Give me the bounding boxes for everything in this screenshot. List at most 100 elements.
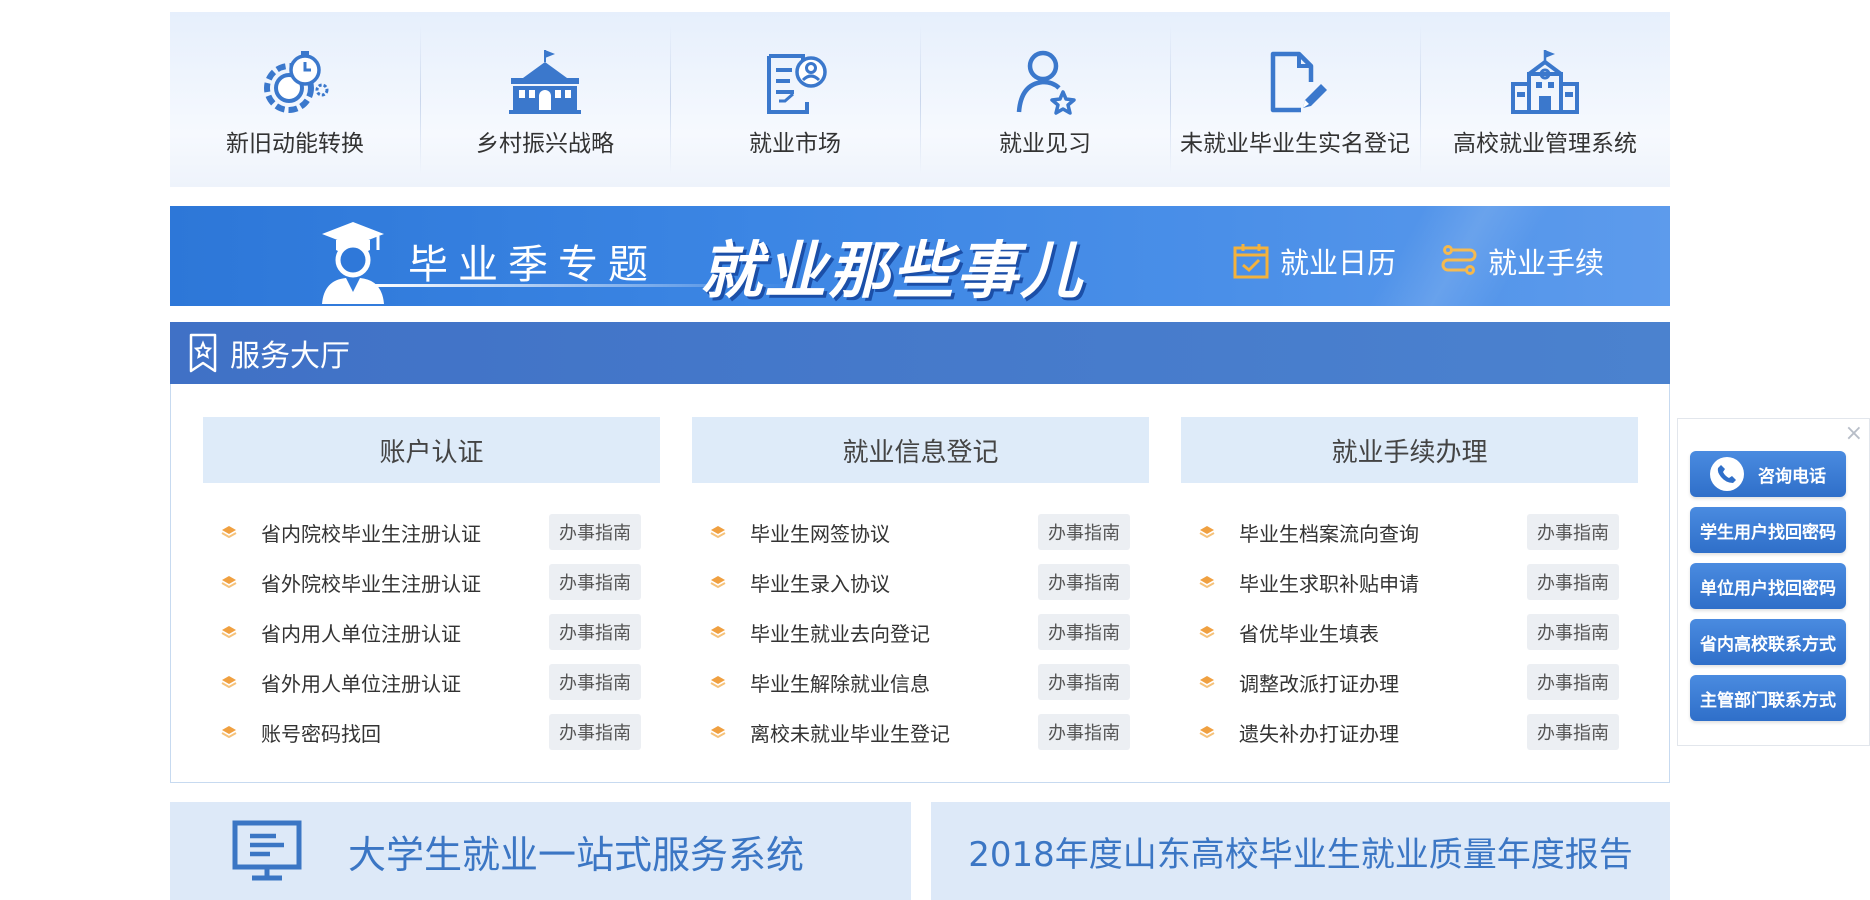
- consult-phone-button[interactable]: 咨询电话: [1690, 451, 1846, 497]
- phone-icon: [1710, 457, 1744, 491]
- banner-title: 就业那些事儿: [700, 234, 1085, 306]
- annual-report-link[interactable]: 2018年度山东高校毕业生就业质量年度报告: [931, 802, 1670, 900]
- layers-bullet-icon: [221, 726, 237, 739]
- employment-calendar-link[interactable]: 就业日历: [1232, 240, 1396, 282]
- service-link[interactable]: 离校未就业毕业生登记: [750, 718, 1038, 747]
- layers-bullet-icon: [221, 676, 237, 689]
- guide-button[interactable]: 办事指南: [549, 514, 641, 550]
- service-link[interactable]: 毕业生录入协议: [750, 568, 1038, 597]
- list-item: 调整改派打证办理 办事指南: [1181, 657, 1638, 707]
- service-hall-header: 服务大厅: [170, 322, 1670, 384]
- layers-bullet-icon: [710, 576, 726, 589]
- service-link[interactable]: 账号密码找回: [261, 718, 549, 747]
- guide-button[interactable]: 办事指南: [1038, 514, 1130, 550]
- nav-unemployed-registration[interactable]: 未就业毕业生实名登记: [1170, 12, 1420, 187]
- graduate-icon: [322, 222, 384, 304]
- service-hall-title: 服务大厅: [230, 339, 350, 374]
- service-link[interactable]: 省外院校毕业生注册认证: [261, 568, 549, 597]
- gear-clock-icon: [264, 51, 329, 113]
- list-item: 毕业生录入协议 办事指南: [692, 557, 1149, 607]
- one-stop-service-label: 大学生就业一站式服务系统: [348, 832, 805, 877]
- service-list: 省内院校毕业生注册认证 办事指南 省外院校毕业生注册认证 办事指南 省内用人单位…: [203, 507, 660, 757]
- list-item: 省外用人单位注册认证 办事指南: [203, 657, 660, 707]
- service-link[interactable]: 毕业生求职补贴申请: [1239, 568, 1527, 597]
- school-building-icon: [1511, 50, 1579, 114]
- service-link[interactable]: 毕业生网签协议: [750, 518, 1038, 547]
- layers-bullet-icon: [710, 726, 726, 739]
- document-edit-icon: [1270, 51, 1327, 113]
- layers-bullet-icon: [221, 526, 237, 539]
- guide-button[interactable]: 办事指南: [1527, 564, 1619, 600]
- resume-person-icon: [767, 54, 827, 114]
- banner-prefix: 毕业季专题: [408, 242, 658, 288]
- service-link[interactable]: 调整改派打证办理: [1239, 668, 1527, 697]
- account-verification-column: 账户认证 省内院校毕业生注册认证 办事指南 省外院校毕业生注册认证 办事指南 省…: [203, 417, 660, 757]
- service-link[interactable]: 省优毕业生填表: [1239, 618, 1527, 647]
- nav-job-market[interactable]: 就业市场: [670, 12, 920, 187]
- list-item: 毕业生解除就业信息 办事指南: [692, 657, 1149, 707]
- layers-bullet-icon: [1199, 726, 1215, 739]
- guide-button[interactable]: 办事指南: [1527, 714, 1619, 750]
- flow-icon: [1441, 245, 1477, 275]
- list-item: 省优毕业生填表 办事指南: [1181, 607, 1638, 657]
- list-item: 省内用人单位注册认证 办事指南: [203, 607, 660, 657]
- layers-bullet-icon: [1199, 626, 1215, 639]
- service-hall: 服务大厅 账户认证 省内院校毕业生注册认证 办事指南 省外院校毕业生注册认证 办…: [170, 322, 1670, 783]
- monitor-icon: [232, 820, 302, 881]
- layers-bullet-icon: [221, 626, 237, 639]
- guide-button[interactable]: 办事指南: [1038, 714, 1130, 750]
- guide-button[interactable]: 办事指南: [1527, 614, 1619, 650]
- guide-button[interactable]: 办事指南: [549, 614, 641, 650]
- nav-rural-revitalization[interactable]: 乡村振兴战略: [420, 12, 670, 187]
- calendar-link-label: 就业日历: [1280, 246, 1397, 280]
- calendar-icon: [1233, 244, 1269, 279]
- floating-service-panel: × 咨询电话 学生用户找回密码 单位用户找回密码 省内高校联系方式 主管部门联系…: [1677, 418, 1870, 746]
- list-item: 遗失补办打证办理 办事指南: [1181, 707, 1638, 757]
- nav-new-old-energy[interactable]: 新旧动能转换: [170, 12, 420, 187]
- guide-button[interactable]: 办事指南: [1038, 614, 1130, 650]
- service-link[interactable]: 省内院校毕业生注册认证: [261, 518, 549, 547]
- list-item: 离校未就业毕业生登记 办事指南: [692, 707, 1149, 757]
- one-stop-service-system-link[interactable]: 大学生就业一站式服务系统: [170, 802, 911, 900]
- service-link[interactable]: 省外用人单位注册认证: [261, 668, 549, 697]
- guide-button[interactable]: 办事指南: [1038, 564, 1130, 600]
- nav-label: 就业市场: [749, 131, 841, 157]
- provincial-colleges-contacts-button[interactable]: 省内高校联系方式: [1690, 619, 1846, 665]
- list-item: 毕业生网签协议 办事指南: [692, 507, 1149, 557]
- employer-password-recovery-button[interactable]: 单位用户找回密码: [1690, 563, 1846, 609]
- guide-button[interactable]: 办事指南: [549, 664, 641, 700]
- list-item: 省内院校毕业生注册认证 办事指南: [203, 507, 660, 557]
- employment-procedures-column: 就业手续办理 毕业生档案流向查询 办事指南 毕业生求职补贴申请 办事指南 省优毕…: [1181, 417, 1638, 757]
- bookmark-star-icon: [189, 333, 217, 373]
- employment-info-column: 就业信息登记 毕业生网签协议 办事指南 毕业生录入协议 办事指南 毕业生就业去向…: [692, 417, 1149, 757]
- guide-button[interactable]: 办事指南: [1527, 514, 1619, 550]
- graduation-season-banner[interactable]: 毕业季专题 就业那些事儿 就业日历 就业手续: [170, 206, 1670, 306]
- guide-button[interactable]: 办事指南: [549, 564, 641, 600]
- service-link[interactable]: 遗失补办打证办理: [1239, 718, 1527, 747]
- service-link[interactable]: 毕业生就业去向登记: [750, 618, 1038, 647]
- nav-label: 就业见习: [999, 131, 1091, 157]
- nav-label: 乡村振兴战略: [476, 131, 614, 157]
- service-list: 毕业生档案流向查询 办事指南 毕业生求职补贴申请 办事指南 省优毕业生填表 办事…: [1181, 507, 1638, 757]
- service-link[interactable]: 省内用人单位注册认证: [261, 618, 549, 647]
- list-item: 毕业生就业去向登记 办事指南: [692, 607, 1149, 657]
- annual-report-label: 2018年度山东高校毕业生就业质量年度报告: [968, 834, 1633, 875]
- close-icon[interactable]: ×: [1845, 423, 1863, 445]
- nav-label: 高校就业管理系统: [1453, 131, 1637, 157]
- person-star-icon: [1016, 50, 1076, 115]
- service-link[interactable]: 毕业生档案流向查询: [1239, 518, 1527, 547]
- guide-button[interactable]: 办事指南: [1527, 664, 1619, 700]
- layers-bullet-icon: [710, 676, 726, 689]
- list-item: 账号密码找回 办事指南: [203, 707, 660, 757]
- layers-bullet-icon: [710, 526, 726, 539]
- service-link[interactable]: 毕业生解除就业信息: [750, 668, 1038, 697]
- nav-college-employment-system[interactable]: 高校就业管理系统: [1420, 12, 1670, 187]
- guide-button[interactable]: 办事指南: [549, 714, 641, 750]
- student-password-recovery-button[interactable]: 学生用户找回密码: [1690, 507, 1846, 553]
- nav-internship[interactable]: 就业见习: [920, 12, 1170, 187]
- employment-procedure-link[interactable]: 就业手续: [1440, 240, 1604, 282]
- nav-label: 新旧动能转换: [226, 131, 364, 157]
- column-title: 账户认证: [203, 417, 660, 483]
- authority-contacts-button[interactable]: 主管部门联系方式: [1690, 675, 1846, 721]
- guide-button[interactable]: 办事指南: [1038, 664, 1130, 700]
